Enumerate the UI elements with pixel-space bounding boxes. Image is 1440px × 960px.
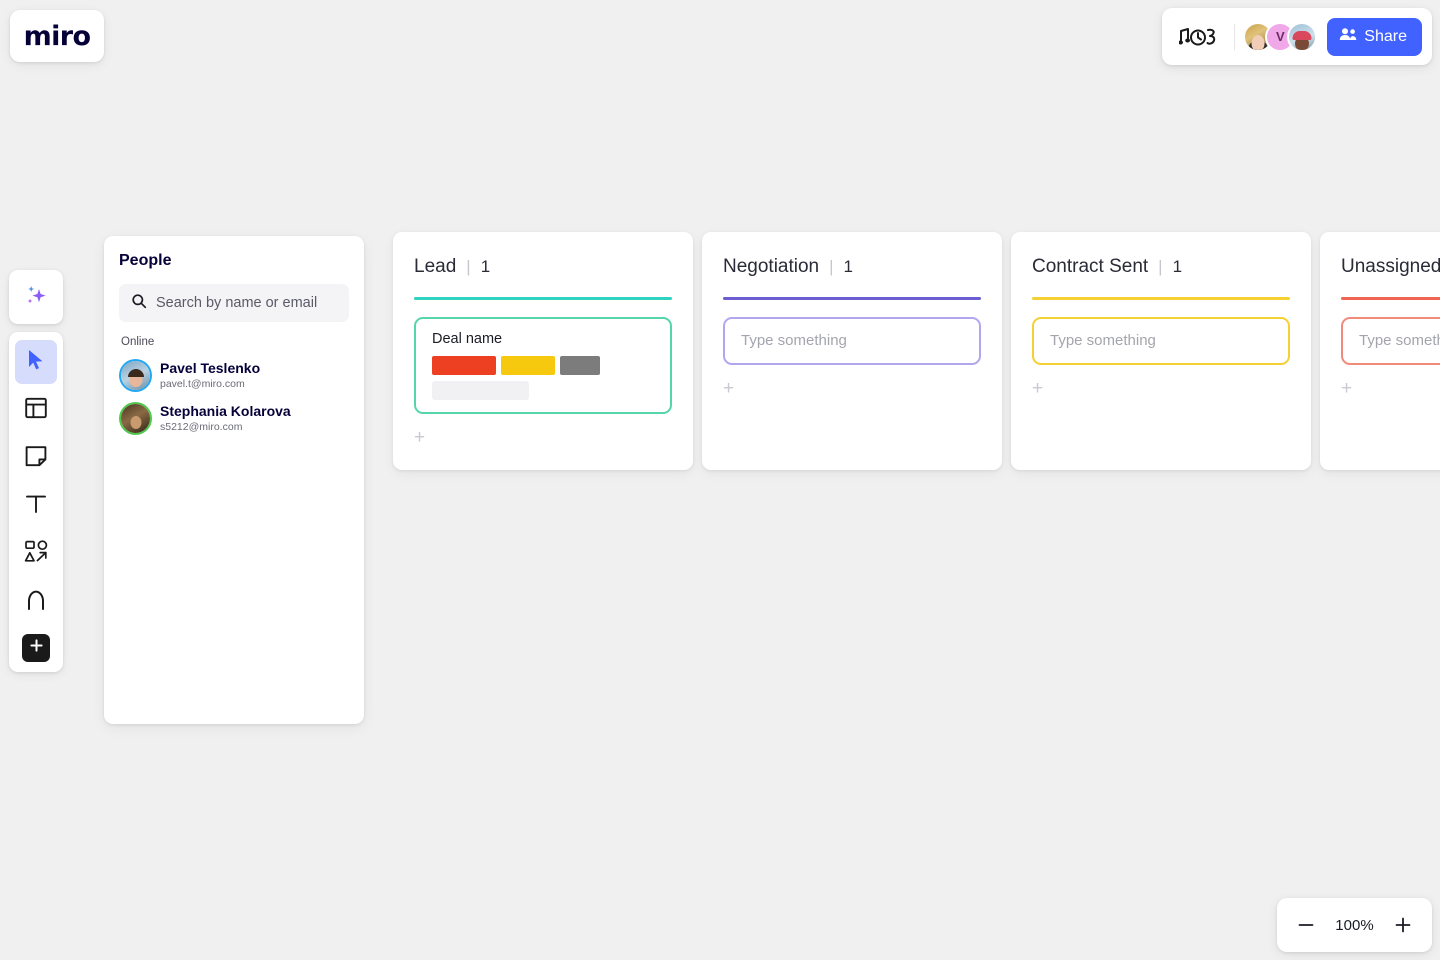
tag-chip[interactable] <box>560 355 600 375</box>
column-header: Contract Sent | 1 <box>1032 256 1290 278</box>
column-separator: | <box>1158 257 1163 276</box>
add-card-button[interactable]: + <box>1032 379 1046 398</box>
people-panel: People Search by name or email Online Pa… <box>104 236 364 724</box>
column-separator: | <box>829 257 834 276</box>
column-header: Unassigned Task <box>1341 256 1440 278</box>
cursor-icon <box>26 349 46 376</box>
deal-card-title: Deal name <box>432 330 503 347</box>
column-header: Negotiation | 1 <box>723 256 981 278</box>
new-card-input[interactable]: Type something <box>1032 316 1290 365</box>
toolbar-item-ai-sparkle[interactable] <box>9 270 63 324</box>
person-name: Stephania Kolarova <box>160 403 291 420</box>
online-section-label: Online <box>121 336 155 348</box>
deal-card-tags <box>432 355 654 375</box>
share-button-label: Share <box>1364 27 1407 45</box>
column-title: Negotiation <box>723 256 820 277</box>
people-icon <box>1339 27 1357 46</box>
column-title: Unassigned Task <box>1341 256 1440 277</box>
avatar-collaborator-3[interactable] <box>1287 21 1318 52</box>
avatar <box>121 361 150 391</box>
add-card-button[interactable]: + <box>723 379 737 398</box>
toolbar-divider <box>1234 23 1236 50</box>
search-input-placeholder: Search by name or email <box>156 295 318 311</box>
miro-logo[interactable]: miro <box>10 10 104 62</box>
toolbar-item-sticky-note[interactable] <box>15 436 57 480</box>
toolbar-item-more-apps[interactable] <box>22 634 50 662</box>
search-input[interactable]: Search by name or email <box>119 284 349 322</box>
column-title: Contract Sent <box>1032 256 1149 277</box>
tag-chip[interactable] <box>432 355 496 375</box>
zoom-out-button[interactable] <box>1289 908 1323 942</box>
deal-card-placeholder-bar <box>432 380 529 400</box>
board-column-negotiation: Negotiation | 1 Type something + <box>702 232 1002 470</box>
new-card-input[interactable]: Type something <box>1341 316 1440 365</box>
toolbar-item-select[interactable] <box>15 340 57 384</box>
column-header: Lead | 1 <box>414 256 672 278</box>
left-toolbar <box>9 332 63 672</box>
board-column-contract-sent: Contract Sent | 1 Type something + <box>1011 232 1311 470</box>
toolbar-item-pen[interactable] <box>15 580 57 624</box>
toolbar-item-text[interactable] <box>15 484 57 528</box>
new-card-placeholder: Type something <box>1359 332 1440 349</box>
pen-icon <box>24 588 48 617</box>
column-accent-rule <box>1341 297 1440 300</box>
avatar <box>121 404 150 434</box>
list-item[interactable]: Pavel Teslenko pavel.t@miro.com <box>119 354 349 397</box>
toolbar-item-templates[interactable] <box>15 388 57 432</box>
add-card-button[interactable]: + <box>1341 379 1355 398</box>
list-item[interactable]: Stephania Kolarova s5212@miro.com <box>119 397 349 440</box>
column-title: Lead <box>414 256 457 277</box>
column-separator: | <box>466 257 471 276</box>
search-icon <box>131 293 147 314</box>
miro-logo-text: miro <box>23 20 91 52</box>
person-email: pavel.t@miro.com <box>160 377 245 390</box>
plus-icon <box>29 638 44 658</box>
music-timer-icon[interactable] <box>1172 22 1226 52</box>
board-column-lead: Lead | 1 Deal name + <box>393 232 693 470</box>
new-card-placeholder: Type something <box>741 332 847 349</box>
collaborator-avatars: V <box>1243 21 1318 52</box>
zoom-level-label: 100% <box>1335 916 1374 934</box>
column-accent-rule <box>723 297 981 300</box>
person-email: s5212@miro.com <box>160 420 243 433</box>
column-accent-rule <box>414 297 672 300</box>
deal-card[interactable]: Deal name <box>414 316 672 414</box>
new-card-placeholder: Type something <box>1050 332 1156 349</box>
new-card-input[interactable]: Type something <box>723 316 981 365</box>
add-card-button[interactable]: + <box>414 428 428 447</box>
top-right-toolbar: V Share <box>1162 8 1432 65</box>
people-panel-title: People <box>119 252 172 269</box>
frame-icon <box>24 396 48 425</box>
text-icon <box>24 492 48 521</box>
column-count: 1 <box>480 257 491 276</box>
share-button[interactable]: Share <box>1327 17 1422 56</box>
person-name: Pavel Teslenko <box>160 360 261 376</box>
miro-board-canvas: miro V Share People Search by name or em… <box>0 0 1440 960</box>
tag-chip[interactable] <box>501 355 555 375</box>
kanban-board: Lead | 1 Deal name + Negotiation | 1 Typ… <box>393 232 1440 470</box>
zoom-in-button[interactable] <box>1386 908 1420 942</box>
sticky-note-icon <box>24 444 48 473</box>
toolbar-item-shapes[interactable] <box>15 532 57 576</box>
column-count: 1 <box>843 257 854 276</box>
shapes-icon <box>24 539 49 569</box>
board-column-unassigned-task: Unassigned Task Type something + <box>1320 232 1440 470</box>
sparkle-icon <box>23 282 49 313</box>
zoom-control: 100% <box>1277 898 1432 952</box>
column-accent-rule <box>1032 297 1290 300</box>
column-count: 1 <box>1172 257 1183 276</box>
